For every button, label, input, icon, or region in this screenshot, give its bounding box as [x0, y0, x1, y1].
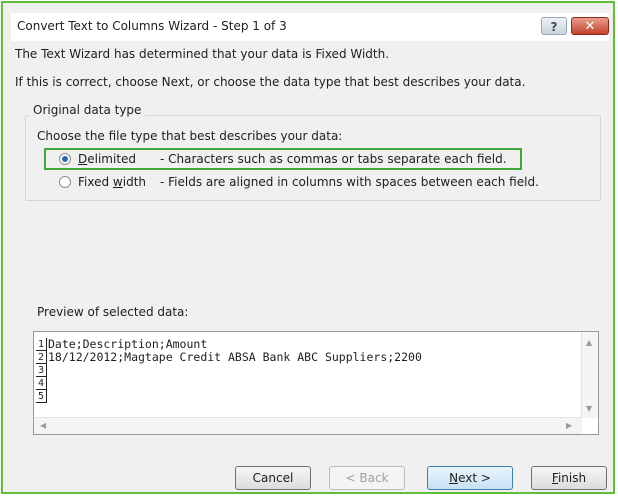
preview-row: 2 18/12/2012;Magtape Credit ABSA Bank AB…: [36, 351, 422, 364]
row-text: 18/12/2012;Magtape Credit ABSA Bank ABC …: [48, 350, 422, 364]
group-legend: Original data type: [29, 103, 146, 117]
preview-row: 3: [36, 364, 422, 377]
title-bar: Convert Text to Columns Wizard - Step 1 …: [11, 13, 609, 41]
wizard-dialog: Convert Text to Columns Wizard - Step 1 …: [1, 1, 615, 494]
cancel-button[interactable]: Cancel: [235, 466, 311, 490]
finish-button[interactable]: Finish: [531, 466, 607, 490]
preview-row: 4: [36, 377, 422, 390]
scroll-down-icon[interactable]: ▼: [586, 404, 592, 413]
fixed-width-label-prefix: Fixed: [78, 175, 113, 189]
row-number: 2: [36, 351, 47, 364]
file-type-prompt: Choose the file type that best describes…: [37, 129, 343, 143]
vertical-scrollbar[interactable]: ▲ ▼: [581, 332, 598, 418]
row-number: 5: [36, 390, 47, 403]
fixed-width-accelerator: w: [112, 175, 123, 189]
close-button[interactable]: ✕: [571, 17, 609, 35]
scroll-right-icon[interactable]: ▶: [566, 421, 572, 430]
intro-line-2: If this is correct, choose Next, or choo…: [15, 75, 526, 89]
preview-label: Preview of selected data:: [37, 305, 189, 319]
next-accelerator: N: [449, 471, 459, 485]
next-label-rest: ext >: [458, 471, 491, 485]
next-button[interactable]: Next >: [427, 466, 513, 490]
row-number: 1: [36, 338, 47, 351]
finish-label-rest: inish: [557, 471, 587, 485]
back-button[interactable]: < Back: [329, 466, 405, 490]
scroll-up-icon[interactable]: ▲: [586, 338, 592, 347]
radio-option-fixed-width[interactable]: Fixed width - Fields are aligned in colu…: [59, 173, 539, 191]
horizontal-scrollbar[interactable]: ◀ ▶: [34, 417, 582, 434]
fixed-width-label-rest: idth: [122, 175, 147, 189]
scroll-left-icon[interactable]: ◀: [40, 421, 46, 430]
highlight-box: [44, 148, 522, 170]
row-number: 3: [36, 364, 47, 377]
preview-box[interactable]: 1 Date;Description;Amount 2 18/12/2012;M…: [33, 331, 599, 435]
help-button[interactable]: ?: [541, 17, 567, 35]
row-number: 4: [36, 377, 47, 390]
fixed-width-label[interactable]: Fixed width: [78, 175, 160, 189]
preview-rows: 1 Date;Description;Amount 2 18/12/2012;M…: [36, 338, 422, 403]
radio-fixed-width[interactable]: [59, 176, 71, 188]
intro-line-1: The Text Wizard has determined that your…: [15, 47, 390, 61]
window-title: Convert Text to Columns Wizard - Step 1 …: [17, 19, 287, 33]
preview-row: 5: [36, 390, 422, 403]
fixed-width-description: - Fields are aligned in columns with spa…: [160, 175, 539, 189]
